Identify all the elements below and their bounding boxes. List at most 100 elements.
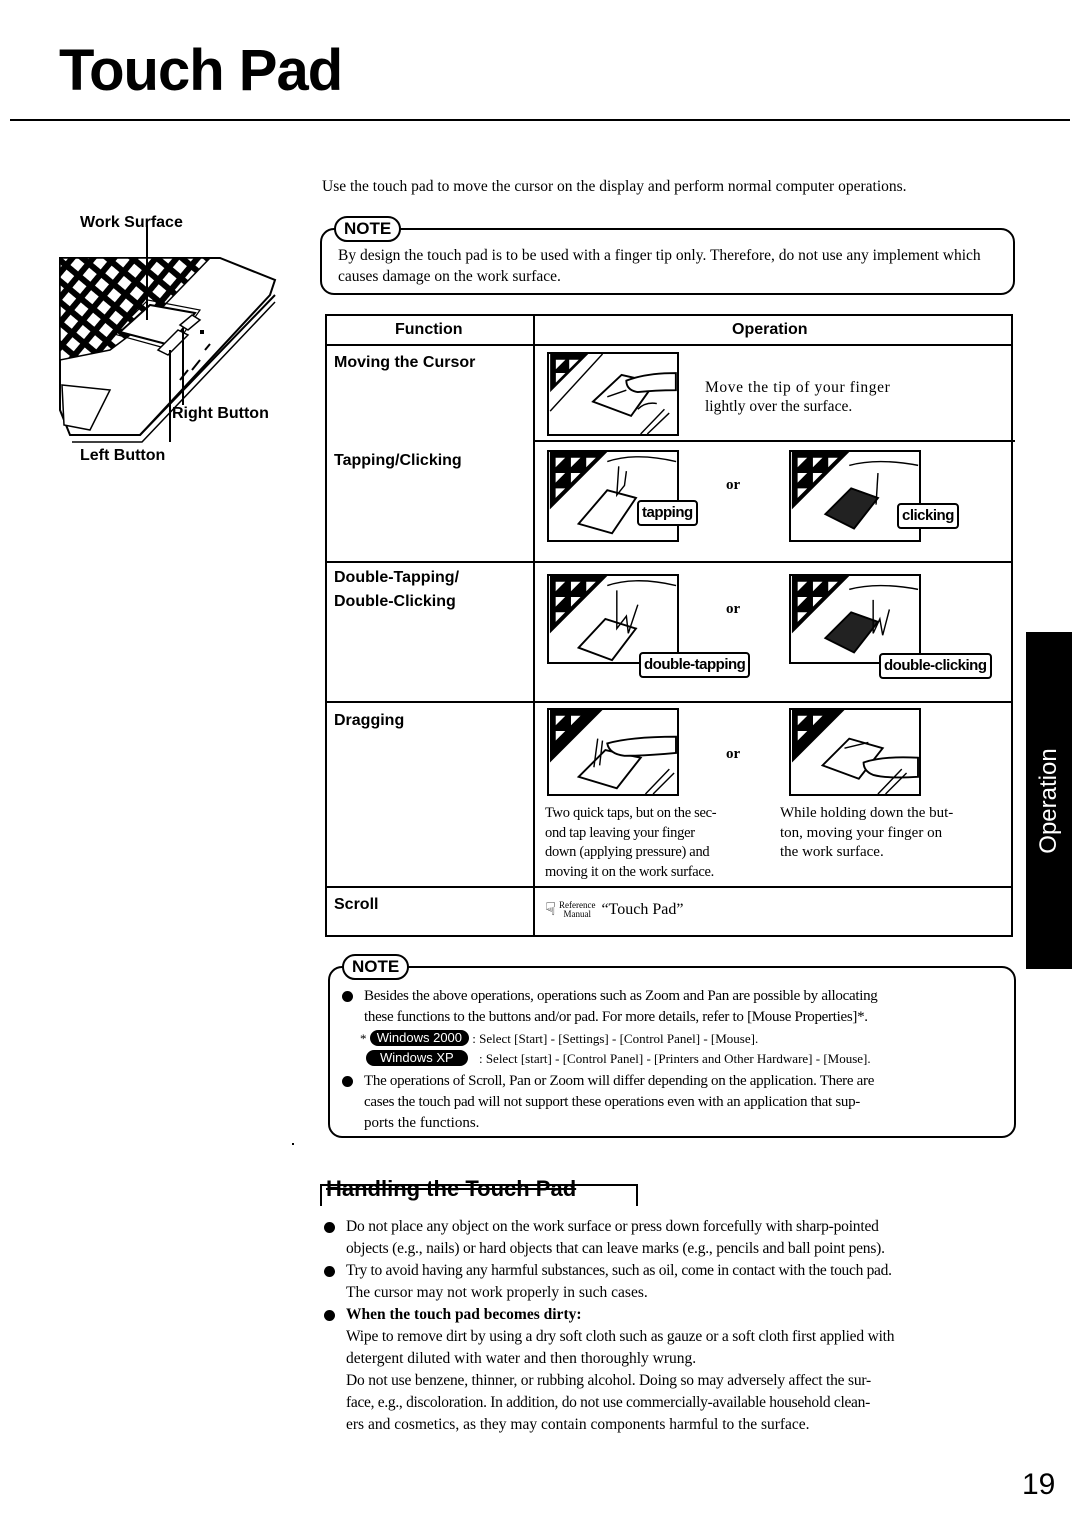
row-divider — [327, 561, 1011, 563]
handling-line: ers and cosmetics, as they may contain c… — [346, 1416, 810, 1433]
asterisk: * — [360, 1031, 367, 1046]
left-button-label: Left Button — [80, 447, 166, 464]
handling-line: The cursor may not work properly in such… — [346, 1284, 648, 1301]
handling-line: Do not place any object on the work surf… — [346, 1218, 879, 1235]
intro-text: Use the touch pad to move the cursor on … — [322, 178, 907, 195]
laptop-touchpad-illustration — [59, 225, 277, 443]
function-double-clicking-line2: Double-Clicking — [334, 593, 456, 610]
desc-line: the work surface. — [780, 844, 884, 860]
handling-item: Do not place any object on the work surf… — [322, 1216, 1022, 1260]
header-function: Function — [395, 321, 463, 338]
tapping-illustration — [547, 450, 679, 542]
double-click-button-icon — [791, 576, 919, 654]
handling-item-dirty: When the touch pad becomes dirty: Wipe t… — [322, 1304, 1022, 1436]
right-button-label: Right Button — [172, 405, 269, 422]
desc-line: down (applying pressure) and — [545, 844, 710, 860]
function-scroll: Scroll — [334, 896, 379, 913]
header-operation: Operation — [732, 321, 808, 338]
note-line: cases the touch pad will not support the… — [364, 1094, 860, 1110]
double-tapping-tag: double-tapping — [639, 652, 751, 678]
section-tab-operation: Operation — [1026, 632, 1072, 969]
moving-cursor-desc-line2: lightly over the surface. — [705, 398, 853, 415]
note-bullet-zoom-pan: Besides the above operations, operations… — [342, 986, 1012, 1028]
dragging-tap-illustration — [547, 708, 679, 796]
clicking-tag: clicking — [897, 503, 959, 529]
page-title: Touch Pad — [59, 38, 343, 103]
desc-line: ond tap leaving your finger — [545, 824, 695, 841]
dragging-button-illustration — [789, 708, 921, 796]
finger-on-pad-icon — [549, 354, 677, 434]
note-box-additional: NOTE Besides the above operations, opera… — [328, 954, 1016, 1138]
winxp-instruction: Windows XP : Select [start] - [Control P… — [366, 1050, 871, 1068]
note-tag: NOTE — [342, 954, 410, 980]
section-tab-label: Operation — [1035, 747, 1062, 854]
operations-table: Function Operation Moving the Cursor Mov… — [325, 314, 1015, 937]
dragging-button-desc: While holding down the but- ton, moving … — [780, 804, 953, 863]
table-header-divider — [327, 344, 1011, 346]
page-number: 19 — [1022, 1468, 1056, 1501]
function-double-tapping-line1: Double-Tapping/ — [334, 569, 460, 586]
note-line: The operations of Scroll, Pan or Zoom wi… — [364, 1073, 875, 1089]
reference-link-text[interactable]: “Touch Pad” — [601, 901, 683, 919]
double-clicking-illustration — [789, 574, 921, 664]
desc-line: moving it on the work surface. — [545, 863, 714, 880]
handling-line: face, e.g., discoloration. In addition, … — [346, 1394, 870, 1411]
moving-cursor-desc-line1: Move the tip of your finger — [705, 379, 891, 396]
bullet-icon — [324, 1266, 335, 1277]
pointing-hand-icon: ☟ — [545, 899, 556, 919]
or-label: or — [726, 746, 741, 762]
function-tapping-clicking: Tapping/Clicking — [334, 452, 462, 469]
desc-line: Two quick taps, but on the sec- — [545, 805, 717, 821]
or-label: or — [726, 601, 741, 617]
note-line: Besides the above operations, operations… — [364, 988, 878, 1004]
bullet-icon — [324, 1222, 335, 1233]
note-tag: NOTE — [334, 216, 402, 242]
handling-subheading: When the touch pad becomes dirty: — [346, 1306, 582, 1323]
handling-line: objects (e.g., nails) or hard objects th… — [346, 1240, 885, 1257]
handling-line: Wipe to remove dirt by using a dry soft … — [346, 1328, 895, 1345]
title-divider — [10, 119, 1070, 121]
row-divider — [533, 440, 1015, 442]
tapping-tag: tapping — [637, 500, 698, 526]
note-text: By design the touch pad is to be used wi… — [338, 247, 981, 285]
note-line: ports the functions. — [364, 1115, 480, 1131]
work-surface-label: Work Surface — [80, 214, 183, 231]
scroll-reference[interactable]: ☟ Reference Manual “Touch Pad” — [545, 899, 683, 920]
winxp-path: : Select [start] - [Control Panel] - [Pr… — [478, 1051, 871, 1066]
row-divider — [327, 701, 1011, 703]
reference-label-bottom: Manual — [563, 908, 591, 919]
desc-line: ton, moving your finger on — [780, 824, 943, 841]
table-column-divider — [533, 316, 535, 935]
handling-list: Do not place any object on the work surf… — [322, 1216, 1022, 1436]
win2000-instruction: * Windows 2000 : Select [Start] - [Setti… — [360, 1030, 758, 1048]
handling-line: detergent diluted with water and then th… — [346, 1350, 697, 1367]
row-divider — [327, 886, 1011, 888]
win2000-path: : Select [Start] - [Settings] - [Control… — [472, 1031, 759, 1046]
tap-pad-icon — [549, 452, 677, 535]
handling-line: Try to avoid having any harmful substanc… — [346, 1262, 892, 1279]
moving-cursor-illustration — [547, 352, 679, 436]
bullet-icon — [342, 991, 353, 1002]
touchpad-diagram: Work Surface Right Button Left Button — [50, 210, 300, 470]
reference-manual-label: Reference Manual — [559, 900, 595, 919]
function-dragging: Dragging — [334, 712, 405, 729]
dragging-tap-desc: Two quick taps, but on the sec- ond tap … — [545, 804, 717, 882]
double-tapping-illustration — [547, 574, 679, 664]
double-clicking-tag: double-clicking — [879, 653, 992, 679]
desc-line: While holding down the but- — [780, 805, 954, 821]
windows-xp-badge: Windows XP — [366, 1050, 468, 1066]
handling-item: Try to avoid having any harmful substanc… — [322, 1260, 1022, 1304]
function-moving-cursor: Moving the Cursor — [334, 354, 476, 371]
drag-button-icon — [792, 710, 919, 794]
handling-line: Do not use benzene, thinner, or rubbing … — [346, 1372, 872, 1389]
double-tap-pad-icon — [549, 576, 677, 662]
or-label: or — [726, 477, 741, 493]
print-speck — [292, 1143, 294, 1145]
bullet-icon — [342, 1076, 353, 1087]
note-box-design: NOTE By design the touch pad is to be us… — [320, 216, 1015, 295]
bullet-icon — [324, 1310, 335, 1321]
note-line: these functions to the buttons and/or pa… — [364, 1009, 868, 1025]
windows-2000-badge: Windows 2000 — [369, 1030, 470, 1046]
drag-tap-icon — [550, 710, 677, 794]
note-bullet-scroll: The operations of Scroll, Pan or Zoom wi… — [342, 1071, 1012, 1134]
